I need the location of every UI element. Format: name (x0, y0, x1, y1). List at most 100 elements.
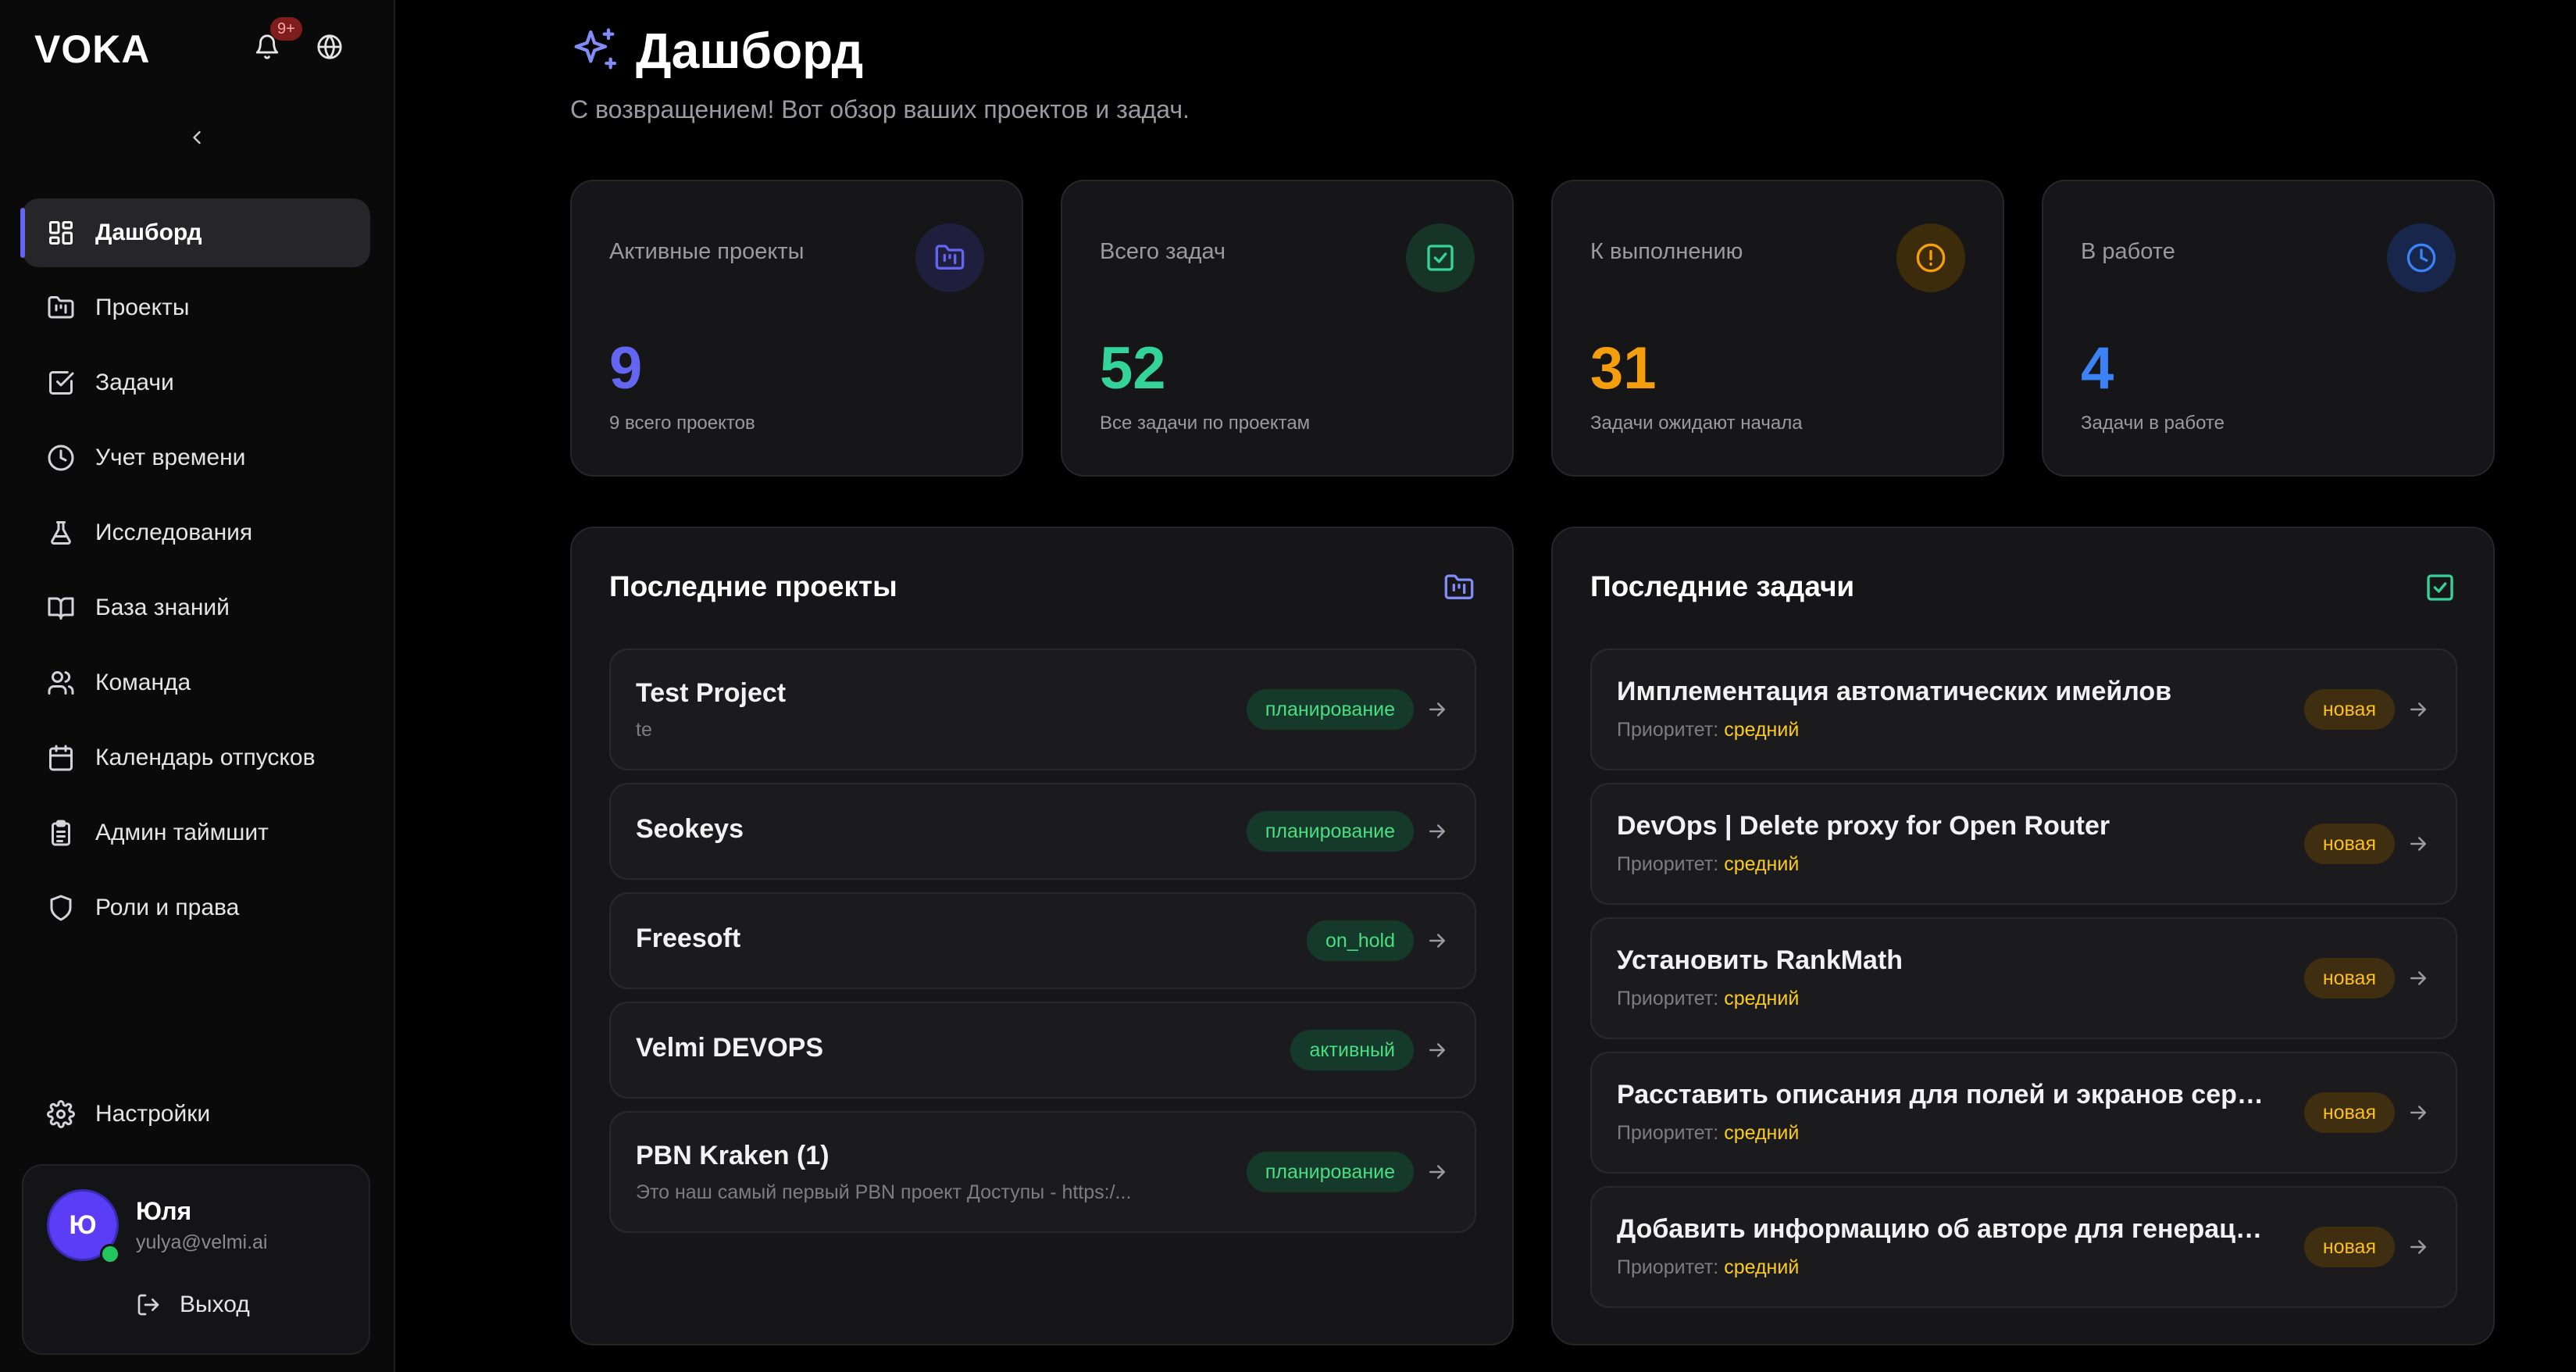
alert-circle-icon (1896, 223, 1965, 292)
sidebar-item-research[interactable]: Исследования (22, 498, 370, 567)
priority-label: Приоритет: (1617, 1122, 1719, 1144)
page-header: Дашборд (569, 22, 863, 80)
task-name: Имплементация автоматических имейлов (1617, 677, 2172, 706)
sidebar-item-dashboard[interactable]: Дашборд (20, 198, 370, 267)
project-description: te (636, 719, 652, 741)
sparkles-icon (569, 23, 623, 78)
brand-logo[interactable]: VOKA (34, 27, 150, 72)
sidebar-item-time-tracking[interactable]: Учет времени (22, 423, 370, 492)
logout-button[interactable]: Выход (133, 1283, 250, 1327)
priority-value: средний (1724, 719, 1800, 741)
stat-card-total-tasks[interactable]: Всего задач 52 Все задачи по проектам (1061, 180, 1514, 477)
globe-icon[interactable] (314, 31, 345, 63)
sidebar-item-admin-timesheet[interactable]: Админ таймшит (22, 799, 370, 867)
panel-title: Последние проекты (609, 570, 897, 602)
project-row[interactable]: Freesoft on_hold (609, 892, 1476, 989)
stat-label: Всего задач (1100, 239, 1226, 264)
project-name: Freesoft (636, 924, 741, 953)
stat-card-active-projects[interactable]: Активные проекты 9 9 всего проектов (570, 180, 1023, 477)
sidebar-item-label: Задачи (95, 370, 174, 395)
task-name: DevOps | Delete proxy for Open Router (1617, 811, 2110, 841)
arrow-right-icon[interactable] (2404, 695, 2432, 724)
arrow-right-icon[interactable] (1423, 1158, 1451, 1186)
project-description: Это наш самый первый PBN проект Доступы … (636, 1181, 1132, 1203)
priority-label: Приоритет: (1617, 853, 1719, 875)
sidebar-item-roles[interactable]: Роли и права (22, 874, 370, 942)
status-badge: on_hold (1307, 920, 1414, 961)
task-priority: Приоритет: средний (1617, 853, 1799, 876)
task-priority: Приоритет: средний (1617, 1122, 1799, 1145)
sidebar-item-label: Исследования (95, 520, 253, 545)
clock-icon (45, 442, 77, 473)
sidebar-item-tasks[interactable]: Задачи (22, 348, 370, 417)
task-priority: Приоритет: средний (1617, 988, 1799, 1010)
arrow-right-icon[interactable] (1423, 695, 1451, 724)
task-row[interactable]: DevOps | Delete proxy for Open Router Пр… (1590, 783, 2457, 905)
folder-kanban-icon (915, 223, 984, 292)
project-row[interactable]: Seokeys планирование (609, 783, 1476, 880)
stat-value: 4 (2081, 335, 2114, 402)
stat-card-in-progress[interactable]: В работе 4 Задачи в работе (2042, 180, 2495, 477)
flask-icon (45, 517, 77, 548)
task-row[interactable]: Установить RankMath Приоритет: средний н… (1590, 917, 2457, 1039)
sidebar-item-label: Календарь отпусков (95, 745, 316, 770)
clock-icon (2387, 223, 2456, 292)
logout-icon (133, 1289, 164, 1320)
arrow-right-icon[interactable] (1423, 1036, 1451, 1064)
status-badge: новая (2303, 958, 2395, 999)
status-badge: активный (1290, 1030, 1414, 1070)
stat-caption: 9 всего проектов (609, 413, 755, 434)
sidebar-item-label: Учет времени (95, 445, 246, 470)
sidebar: VOKA 9+ Дашборд Проекты Задачи Учет врем… (0, 0, 395, 1372)
sidebar-item-label: Админ таймшит (95, 820, 269, 845)
arrow-right-icon[interactable] (2404, 1099, 2432, 1127)
stat-label: К выполнению (1590, 239, 1743, 264)
arrow-right-icon[interactable] (2404, 1233, 2432, 1261)
task-row[interactable]: Расставить описания для полей и экранов … (1590, 1052, 2457, 1174)
check-square-icon[interactable] (2423, 570, 2457, 605)
shield-icon (45, 892, 77, 924)
arrow-right-icon[interactable] (2404, 964, 2432, 992)
sidebar-item-team[interactable]: Команда (22, 648, 370, 717)
sidebar-item-label: Команда (95, 670, 191, 695)
stat-card-todo[interactable]: К выполнению 31 Задачи ожидают начала (1551, 180, 2004, 477)
stat-label: Активные проекты (609, 239, 805, 264)
sidebar-item-projects[interactable]: Проекты (22, 273, 370, 342)
stat-caption: Задачи ожидают начала (1590, 413, 1803, 434)
sidebar-item-vacation-calendar[interactable]: Календарь отпусков (22, 724, 370, 792)
project-row[interactable]: Velmi DEVOPS активный (609, 1002, 1476, 1099)
users-icon (45, 667, 77, 699)
arrow-right-icon[interactable] (1423, 817, 1451, 845)
status-badge: новая (2303, 824, 2395, 864)
project-row[interactable]: Test Project te планирование (609, 648, 1476, 770)
recent-projects-panel: Последние проекты Test Project te планир… (570, 527, 1514, 1345)
priority-label: Приоритет: (1617, 988, 1719, 1009)
folder-kanban-icon[interactable] (1442, 570, 1476, 605)
task-row[interactable]: Добавить информацию об авторе для генера… (1590, 1186, 2457, 1308)
arrow-right-icon[interactable] (1423, 927, 1451, 955)
collapse-sidebar-button[interactable] (181, 122, 212, 153)
status-badge: планирование (1246, 689, 1414, 730)
stat-label: В работе (2081, 239, 2175, 264)
task-priority: Приоритет: средний (1617, 1256, 1799, 1279)
user-name: Юля (136, 1197, 192, 1225)
page-subtitle: С возвращением! Вот обзор ваших проектов… (570, 95, 1190, 123)
book-icon (45, 592, 77, 623)
project-row[interactable]: PBN Kraken (1) Это наш самый первый PBN … (609, 1111, 1476, 1233)
stat-caption: Все задачи по проектам (1100, 413, 1311, 434)
calendar-icon (45, 742, 77, 774)
task-row[interactable]: Имплементация автоматических имейлов При… (1590, 648, 2457, 770)
task-check-icon (45, 367, 77, 398)
sidebar-item-knowledge-base[interactable]: База знаний (22, 573, 370, 642)
status-badge: новая (2303, 689, 2395, 730)
status-badge: планирование (1246, 811, 1414, 852)
stat-caption: Задачи в работе (2081, 413, 2225, 434)
arrow-right-icon[interactable] (2404, 830, 2432, 858)
task-priority: Приоритет: средний (1617, 719, 1799, 741)
sidebar-item-label: Дашборд (95, 220, 202, 245)
recent-tasks-panel: Последние задачи Имплементация автоматич… (1551, 527, 2495, 1345)
stat-value: 31 (1590, 335, 1657, 402)
priority-value: средний (1724, 853, 1800, 875)
sidebar-item-settings[interactable]: Настройки (22, 1080, 370, 1149)
settings-label: Настройки (95, 1101, 211, 1127)
